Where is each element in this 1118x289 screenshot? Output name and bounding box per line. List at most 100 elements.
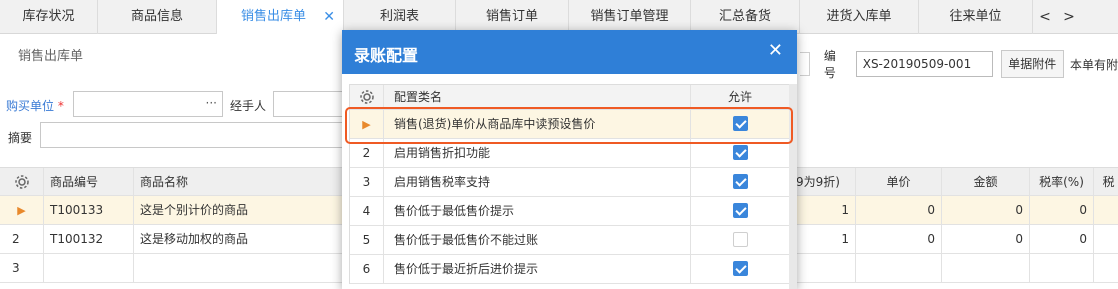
- cell-tail[interactable]: [1094, 225, 1118, 254]
- row-index: 4: [350, 197, 384, 225]
- cell-amount[interactable]: 0: [942, 196, 1030, 225]
- number-field[interactable]: XS-20190509-001: [855, 51, 993, 77]
- allow-checkbox-cell: [691, 168, 790, 196]
- tab-label: 商品信息: [130, 9, 183, 24]
- cell-amount[interactable]: [942, 254, 1030, 283]
- tab-purchase-inbound[interactable]: 进货入库单: [800, 0, 919, 34]
- cell-discount[interactable]: [790, 254, 856, 283]
- dialog-header: 录账配置 ✕: [342, 30, 797, 74]
- config-row[interactable]: 4 售价低于最低售价提示: [350, 197, 790, 226]
- col-amount-header[interactable]: 金额: [942, 168, 1030, 197]
- cell-amount[interactable]: 0: [942, 225, 1030, 254]
- row-index: 2: [0, 225, 44, 254]
- col-allow-header: 允许: [691, 85, 790, 109]
- cell-tax[interactable]: 0: [1030, 196, 1094, 225]
- cell-price[interactable]: 0: [856, 225, 942, 254]
- tab-label: 往来单位: [949, 9, 1002, 24]
- buyer-label: 购买单位 *: [6, 97, 64, 114]
- row-marker: ▶: [0, 196, 44, 225]
- tab-bar: 库存状况 商品信息 销售出库单 ✕ 利润表 销售订单 销售订单管理 汇总备货 进货…: [0, 0, 1118, 34]
- tab-sales-order[interactable]: 销售订单: [456, 0, 569, 34]
- allow-checkbox[interactable]: [732, 261, 748, 276]
- tab-label: 利润表: [379, 9, 419, 24]
- row-index: 6: [350, 255, 384, 283]
- cell-code[interactable]: T100133: [44, 196, 134, 225]
- close-icon[interactable]: ✕: [323, 0, 335, 34]
- document-header: 编号 XS-20190509-001 单据附件 本单有附: [800, 47, 1118, 81]
- buyer-label-text: 购买单位: [6, 99, 55, 113]
- highlight-box: [345, 107, 793, 144]
- col-tail-header[interactable]: 税: [1094, 168, 1118, 197]
- tab-inventory-status[interactable]: 库存状况: [0, 0, 98, 34]
- allow-checkbox-cell: [691, 197, 790, 225]
- tab-label: 销售订单: [485, 9, 538, 24]
- cell-tax[interactable]: 0: [1030, 225, 1094, 254]
- field-edge: [800, 52, 810, 76]
- page-title: 销售出库单: [18, 49, 84, 64]
- number-label: 编号: [823, 49, 836, 80]
- play-icon: ▶: [17, 204, 26, 217]
- attachment-button[interactable]: 单据附件: [1000, 50, 1064, 78]
- cell-discount[interactable]: 1: [790, 225, 856, 254]
- tab-product-info[interactable]: 商品信息: [98, 0, 217, 34]
- cell-tail[interactable]: [1094, 254, 1118, 283]
- allow-checkbox-cell: [691, 255, 790, 283]
- col-config-name-header: 配置类名: [384, 85, 691, 109]
- chevron-right-icon[interactable]: >: [1057, 0, 1081, 34]
- cell-price[interactable]: 0: [856, 196, 942, 225]
- row-index: 5: [350, 226, 384, 254]
- config-dialog: 录账配置 ✕ 配置类名 允许 ▶ 销售(退货)单价从商品库中读预设售价 2 启用…: [342, 30, 797, 289]
- tab-label: 销售订单管理: [590, 9, 669, 24]
- cell-name[interactable]: [134, 254, 344, 283]
- tab-sales-order-manage[interactable]: 销售订单管理: [569, 0, 691, 34]
- cell-price[interactable]: [856, 254, 942, 283]
- chevron-left-icon[interactable]: <: [1033, 0, 1057, 34]
- memo-input[interactable]: [40, 122, 343, 148]
- config-row[interactable]: 3 启用销售税率支持: [350, 168, 790, 197]
- cell-discount[interactable]: 1: [790, 196, 856, 225]
- tab-profit-report[interactable]: 利润表: [344, 0, 456, 34]
- allow-checkbox[interactable]: [732, 174, 748, 189]
- row-index: 3: [350, 168, 384, 196]
- config-row[interactable]: 6 售价低于最近折后进价提示: [350, 255, 790, 284]
- config-name: 启用销售税率支持: [384, 168, 691, 196]
- dialog-title: 录账配置: [354, 46, 419, 65]
- col-tax-header[interactable]: 税率(%): [1030, 168, 1094, 197]
- cell-name[interactable]: 这是个别计价的商品: [134, 196, 344, 225]
- tab-summary-stock[interactable]: 汇总备货: [691, 0, 800, 34]
- tab-scroll-arrows: < >: [1033, 0, 1081, 33]
- tab-label: 进货入库单: [826, 9, 892, 24]
- config-name: 售价低于最低售价提示: [384, 197, 691, 225]
- cell-name[interactable]: 这是移动加权的商品: [134, 225, 344, 254]
- allow-checkbox[interactable]: [732, 145, 748, 160]
- gear-icon[interactable]: [350, 85, 384, 109]
- close-icon[interactable]: ✕: [768, 40, 783, 61]
- allow-checkbox[interactable]: [732, 232, 748, 247]
- col-price-header[interactable]: 单价: [856, 168, 942, 197]
- memo-label: 摘要: [8, 131, 33, 145]
- config-row[interactable]: 5 售价低于最低售价不能过账: [350, 226, 790, 255]
- handler-input[interactable]: [273, 91, 343, 117]
- more-icon[interactable]: ···: [206, 96, 217, 110]
- app-root: 库存状况 商品信息 销售出库单 ✕ 利润表 销售订单 销售订单管理 汇总备货 进货…: [0, 0, 1118, 289]
- config-name: 售价低于最近折后进价提示: [384, 255, 691, 283]
- required-mark: *: [57, 99, 64, 113]
- tab-label: 汇总备货: [718, 9, 771, 24]
- col-discount-header[interactable]: 9为9折): [790, 168, 856, 197]
- col-name-header[interactable]: 商品名称: [134, 168, 344, 197]
- gear-icon[interactable]: [0, 168, 44, 197]
- cell-tax[interactable]: [1030, 254, 1094, 283]
- row-index: 3: [0, 254, 44, 283]
- attachment-note: 本单有附: [1069, 57, 1118, 72]
- col-code-header[interactable]: 商品编号: [44, 168, 134, 197]
- cell-code[interactable]: T100132: [44, 225, 134, 254]
- config-name: 售价低于最低售价不能过账: [384, 226, 691, 254]
- cell-code[interactable]: [44, 254, 134, 283]
- tab-sales-outbound[interactable]: 销售出库单 ✕: [217, 0, 344, 34]
- buyer-input[interactable]: ···: [73, 91, 223, 117]
- tab-label: 库存状况: [22, 9, 75, 24]
- cell-tail[interactable]: [1094, 196, 1118, 225]
- tab-contacts[interactable]: 往来单位: [919, 0, 1033, 34]
- allow-checkbox[interactable]: [732, 203, 748, 218]
- handler-label: 经手人: [230, 99, 267, 113]
